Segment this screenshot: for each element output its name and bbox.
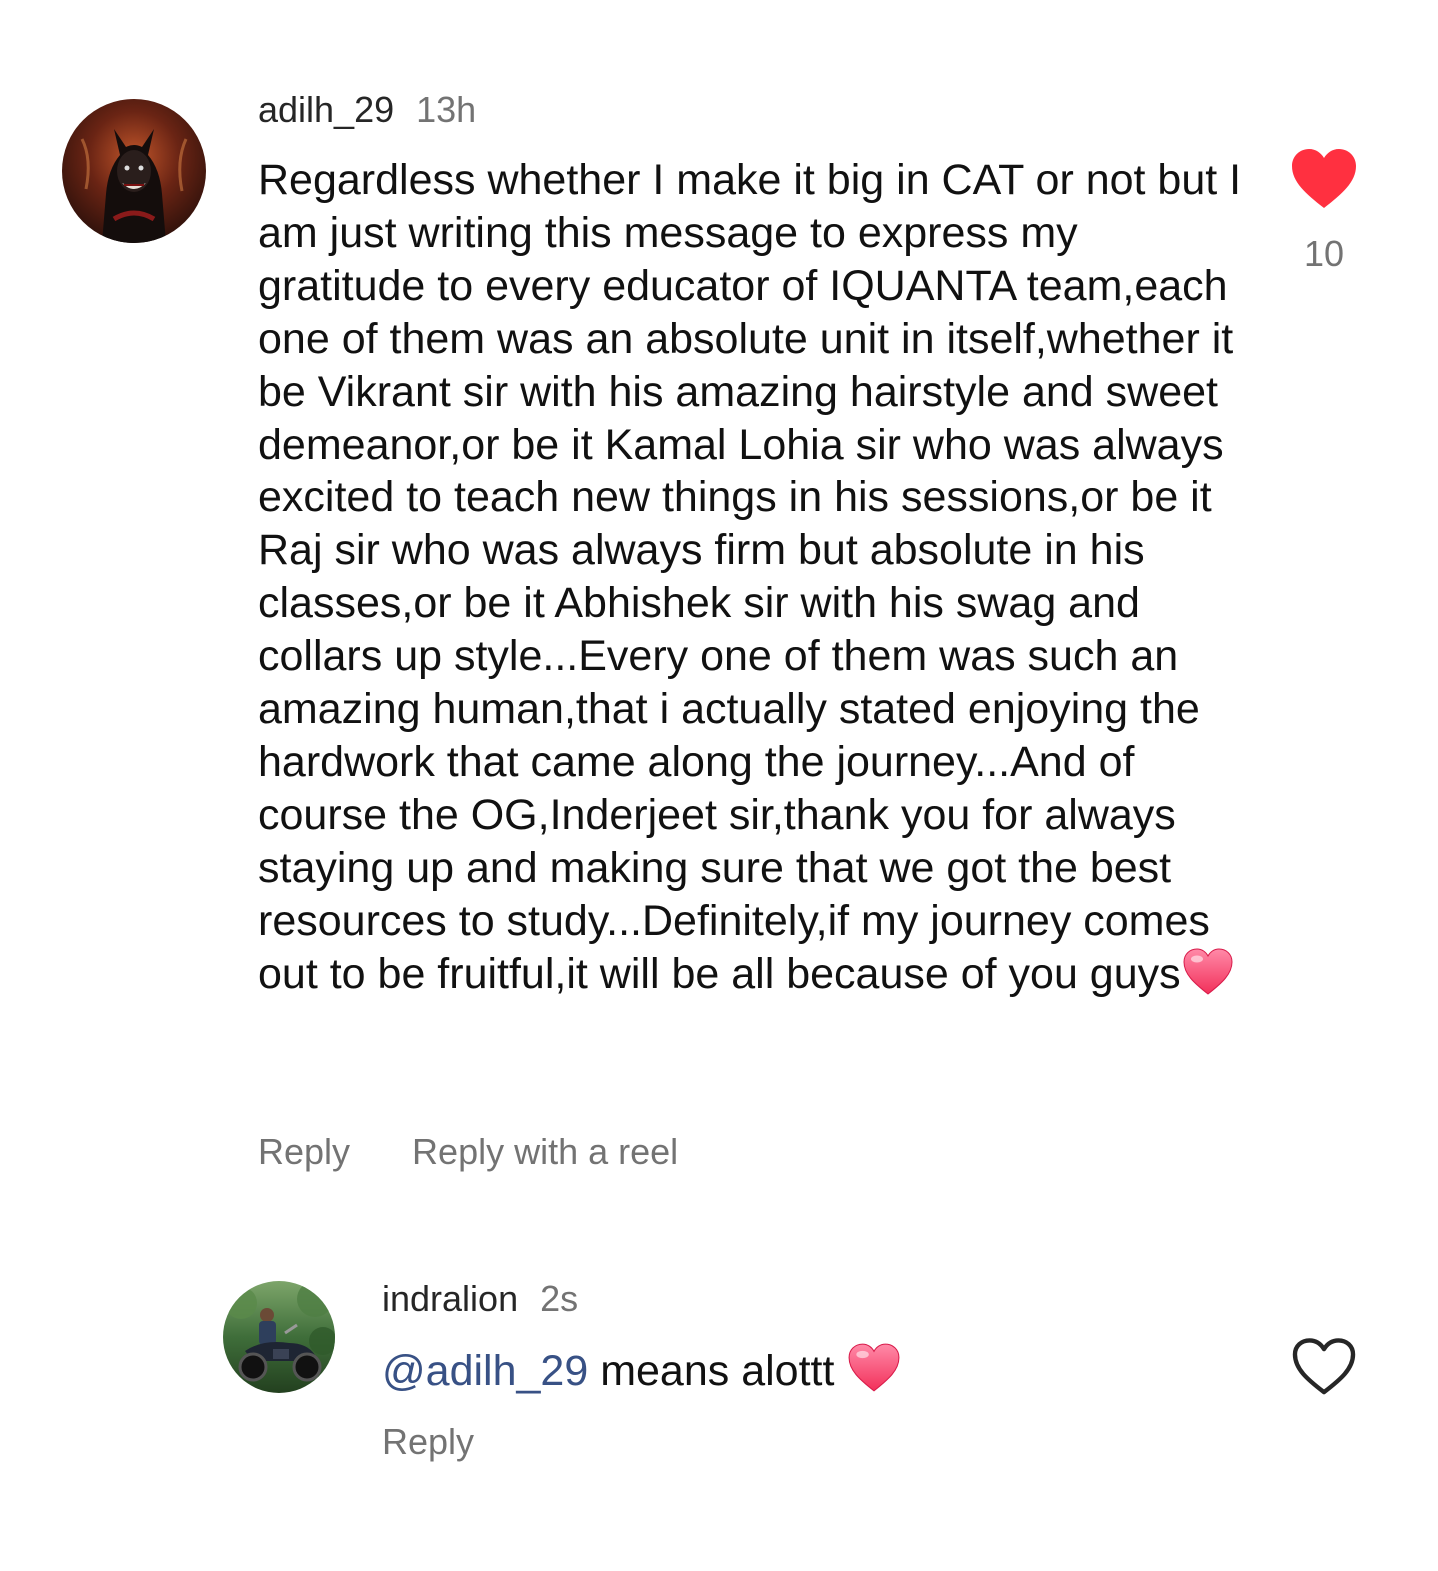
- comment-actions: Reply Reply with a reel: [258, 1132, 678, 1172]
- comment-text: Regardless whether I make it big in CAT …: [258, 156, 1242, 998]
- timestamp: 13h: [416, 89, 477, 130]
- reply-text: means alottt: [588, 1347, 847, 1395]
- reply-button[interactable]: Reply: [382, 1421, 474, 1462]
- username[interactable]: adilh_29: [258, 89, 394, 130]
- pink-heart-emoji: [847, 1343, 901, 1406]
- heart-outline-icon[interactable]: [1291, 1337, 1357, 1397]
- reply-body: @adilh_29 means alottt: [382, 1343, 901, 1406]
- avatar[interactable]: [62, 99, 206, 243]
- reply-with-reel-button[interactable]: Reply with a reel: [412, 1131, 678, 1172]
- like-count: 10: [1303, 233, 1345, 274]
- mention-link[interactable]: @adilh_29: [382, 1347, 588, 1395]
- heart-filled-icon[interactable]: [1290, 148, 1358, 210]
- pink-heart-emoji: [1182, 948, 1234, 1009]
- reply-header: indralion 2s: [382, 1279, 578, 1319]
- comment-header: adilh_29 13h: [258, 90, 476, 130]
- reply-button[interactable]: Reply: [258, 1131, 350, 1172]
- reply-timestamp: 2s: [540, 1278, 579, 1319]
- reply-avatar[interactable]: [223, 1281, 335, 1393]
- reply-username[interactable]: indralion: [382, 1278, 518, 1319]
- comment-body: Regardless whether I make it big in CAT …: [258, 154, 1248, 1009]
- reply-actions: Reply: [382, 1422, 474, 1462]
